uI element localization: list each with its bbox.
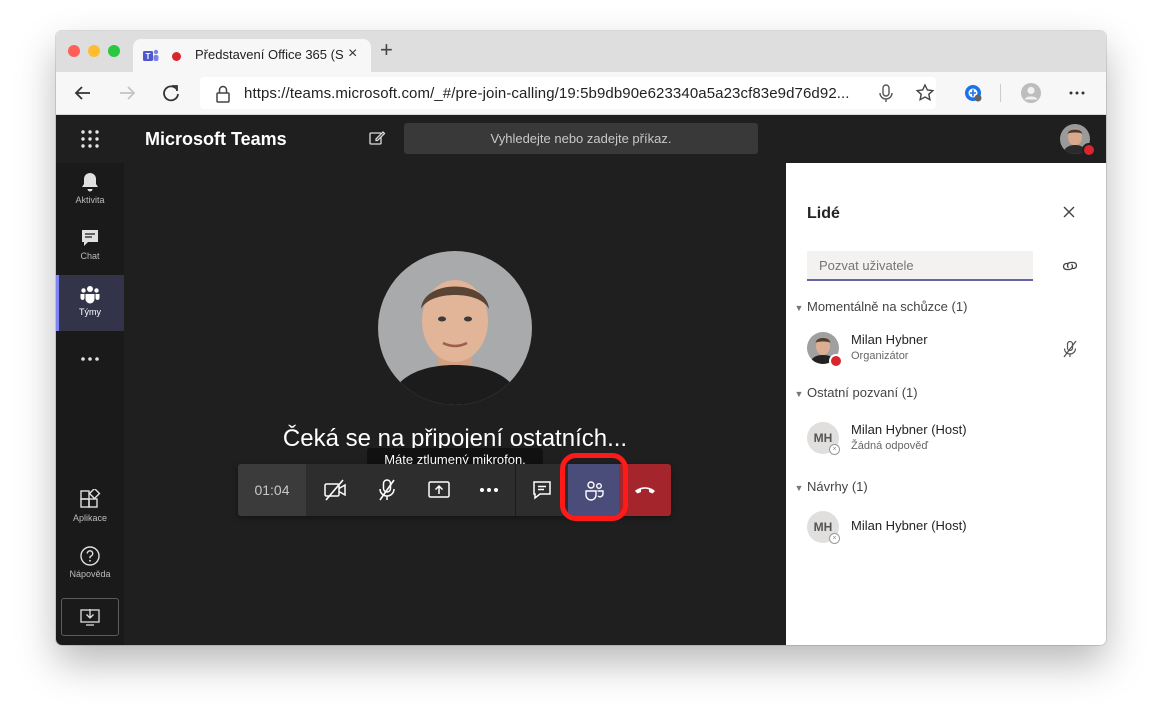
rail-item-chat[interactable]: Chat bbox=[56, 219, 124, 275]
participant-row[interactable]: MH × Milan Hybner (Host) Žádná odpověď bbox=[807, 418, 1087, 458]
section-in-meeting[interactable]: ▼ Momentálně na schůzce (1) bbox=[791, 299, 968, 314]
microphone-toggle-button[interactable] bbox=[361, 464, 413, 516]
recording-indicator-icon bbox=[172, 52, 181, 61]
teams-header: Microsoft Teams Vyhledejte nebo zadejte … bbox=[56, 115, 1106, 163]
participant-photo-icon bbox=[378, 251, 532, 405]
app-rail: Aktivita Chat Týmy Aplikace Nápověda bbox=[56, 163, 124, 645]
participant-name: Milan Hybner (Host) bbox=[851, 422, 967, 437]
microphone-muted-icon[interactable] bbox=[1061, 340, 1079, 358]
compose-icon[interactable] bbox=[368, 129, 386, 147]
section-suggestions[interactable]: ▼ Návrhy (1) bbox=[791, 479, 868, 494]
help-icon bbox=[80, 546, 100, 566]
section-title: Momentálně na schůzce bbox=[807, 299, 948, 314]
forward-arrow-icon[interactable] bbox=[116, 82, 138, 104]
app-title: Microsoft Teams bbox=[145, 129, 287, 149]
rail-item-more[interactable] bbox=[56, 331, 124, 387]
rail-label: Týmy bbox=[79, 307, 101, 317]
rail-label: Nápověda bbox=[69, 569, 111, 579]
rail-item-teams[interactable]: Týmy bbox=[56, 275, 124, 331]
rail-label: Aplikace bbox=[72, 513, 108, 523]
more-actions-button[interactable] bbox=[463, 464, 515, 516]
extension-icon[interactable] bbox=[962, 82, 984, 104]
chevron-down-icon: ▼ bbox=[794, 303, 804, 313]
camera-toggle-button[interactable] bbox=[309, 464, 361, 516]
section-title: Návrhy bbox=[807, 479, 849, 494]
toolbar-divider bbox=[1000, 84, 1001, 102]
call-timer: 01:04 bbox=[238, 464, 306, 516]
section-title: Ostatní pozvaní bbox=[807, 385, 899, 400]
participant-role: Organizátor bbox=[851, 350, 909, 362]
command-search-box[interactable]: Vyhledejte nebo zadejte příkaz. bbox=[404, 123, 758, 154]
menu-dots-icon[interactable] bbox=[1066, 82, 1088, 104]
participant-status: Žádná odpověď bbox=[851, 440, 929, 452]
camera-off-icon bbox=[324, 479, 346, 501]
browser-tab[interactable]: T Představení Office 365 (S × bbox=[133, 39, 371, 72]
close-icon[interactable] bbox=[1062, 205, 1076, 219]
chevron-down-icon: ▼ bbox=[794, 483, 804, 493]
rail-item-help[interactable]: Nápověda bbox=[56, 537, 124, 593]
invite-people-input[interactable] bbox=[807, 251, 1033, 281]
minimize-window-button[interactable] bbox=[88, 45, 100, 57]
share-screen-button[interactable] bbox=[413, 464, 465, 516]
address-bar[interactable]: https://teams.microsoft.com/_#/pre-join-… bbox=[200, 77, 936, 109]
browser-window: T Představení Office 365 (S × + https://… bbox=[56, 31, 1106, 645]
download-icon bbox=[80, 609, 100, 626]
conversation-icon bbox=[533, 481, 551, 500]
zoom-window-button[interactable] bbox=[108, 45, 120, 57]
back-arrow-icon[interactable] bbox=[72, 82, 94, 104]
reload-icon[interactable] bbox=[160, 82, 182, 104]
chat-icon bbox=[82, 230, 98, 246]
meeting-stage: Čeká se na připojení ostatních... Máte z… bbox=[124, 163, 786, 645]
share-screen-icon bbox=[428, 481, 450, 498]
participant-name: Milan Hybner (Host) bbox=[851, 518, 967, 533]
people-panel: Lidé ▼Momentálně na schůzce (1) Milan Hy… bbox=[786, 163, 1106, 645]
presence-busy-badge bbox=[829, 354, 843, 368]
svg-text:T: T bbox=[146, 52, 151, 61]
apps-icon bbox=[80, 489, 101, 508]
profile-icon[interactable] bbox=[1020, 82, 1042, 104]
microphone-off-icon bbox=[379, 479, 395, 501]
rail-item-activity[interactable]: Aktivita bbox=[56, 163, 124, 219]
tab-strip: T Představení Office 365 (S × + bbox=[56, 31, 1106, 72]
section-count: (1) bbox=[851, 479, 868, 494]
more-icon bbox=[81, 357, 99, 361]
participant-avatar bbox=[378, 251, 532, 405]
star-icon[interactable] bbox=[914, 82, 936, 104]
suggestion-row[interactable]: MH × Milan Hybner (Host) bbox=[807, 507, 1087, 547]
section-count: (1) bbox=[951, 299, 968, 314]
chevron-down-icon: ▼ bbox=[794, 389, 804, 399]
hang-up-icon bbox=[635, 487, 655, 494]
section-count: (1) bbox=[901, 385, 918, 400]
lock-icon[interactable] bbox=[212, 83, 234, 105]
presence-offline-badge: × bbox=[829, 444, 840, 455]
tab-title: Představení Office 365 (S bbox=[195, 47, 343, 62]
tab-close-button[interactable]: × bbox=[348, 45, 357, 63]
microphone-icon[interactable] bbox=[875, 82, 897, 104]
panel-title: Lidé bbox=[807, 205, 840, 222]
presence-offline-badge: × bbox=[829, 533, 840, 544]
rail-label: Chat bbox=[80, 251, 100, 261]
share-link-icon[interactable] bbox=[1061, 257, 1079, 275]
download-app-button[interactable] bbox=[61, 598, 119, 636]
presence-busy-badge bbox=[1082, 143, 1096, 157]
participants-highlight-ring bbox=[560, 453, 628, 521]
navigation-bar: https://teams.microsoft.com/_#/pre-join-… bbox=[56, 72, 1106, 115]
section-other-invited[interactable]: ▼ Ostatní pozvaní (1) bbox=[791, 385, 918, 400]
new-tab-button[interactable]: + bbox=[380, 39, 393, 61]
rail-item-apps[interactable]: Aplikace bbox=[56, 481, 124, 537]
participant-row[interactable]: Milan Hybner Organizátor bbox=[807, 328, 1087, 368]
participant-name: Milan Hybner bbox=[851, 332, 928, 347]
more-dots-icon bbox=[480, 488, 498, 492]
url-text[interactable]: https://teams.microsoft.com/_#/pre-join-… bbox=[244, 85, 850, 102]
bell-icon bbox=[82, 173, 98, 192]
teams-favicon-icon: T bbox=[143, 49, 159, 61]
app-launcher-icon[interactable] bbox=[78, 127, 102, 151]
rail-label: Aktivita bbox=[75, 195, 105, 205]
close-window-button[interactable] bbox=[68, 45, 80, 57]
teams-icon bbox=[80, 286, 100, 304]
